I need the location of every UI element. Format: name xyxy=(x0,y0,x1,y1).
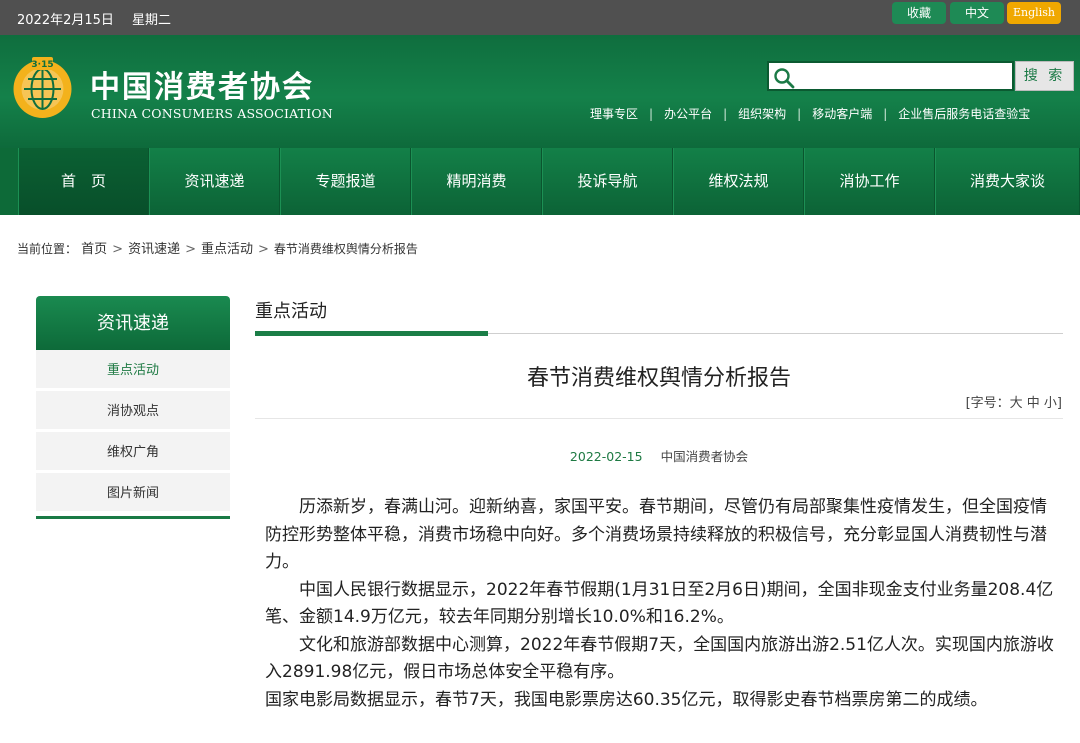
breadcrumb-separator: > xyxy=(112,242,124,257)
article-title: 春节消费维权舆情分析报告 xyxy=(526,366,791,391)
nav-item-complaint-guide[interactable]: 投诉导航 xyxy=(542,148,673,215)
sidebar-item-photo-news[interactable]: 图片新闻 xyxy=(36,473,230,514)
article-paragraph: 中国人民银行数据显示，2022年春节假期(1月31日至2月6日)期间，全国非现金… xyxy=(265,579,1054,628)
nav-item-consumer-talk[interactable]: 消费大家谈 xyxy=(935,148,1080,215)
link-separator: | xyxy=(797,107,802,121)
breadcrumb-label: 当前位置： xyxy=(17,242,78,256)
sidebar-item-association-views[interactable]: 消协观点 xyxy=(36,391,230,432)
breadcrumb-separator: > xyxy=(258,242,269,257)
section-divider-accent xyxy=(255,331,488,336)
link-separator: | xyxy=(723,107,728,121)
article-paragraph: 国家电影局数据显示，春节7天，我国电影票房达60.35亿元，取得影史春节档票房第… xyxy=(265,689,988,710)
site-header: 3·15 中国消费者协会 CHINA CONSUMERS ASSOCIATION… xyxy=(0,35,1080,148)
section-title: 重点活动 xyxy=(255,301,327,322)
link-separator: | xyxy=(883,107,888,121)
date-text: 2022年2月15日 xyxy=(17,13,114,28)
font-size-switcher[interactable]: [字号：大 中 小] xyxy=(966,392,1062,411)
breadcrumb-key-activities[interactable]: 重点活动 xyxy=(201,242,253,257)
breadcrumb: 当前位置： 首页 > 资讯速递 > 重点活动 > 春节消费维权舆情分析报告 xyxy=(17,238,418,257)
link-council-zone[interactable]: 理事专区 xyxy=(590,107,638,121)
sidebar: 资讯速递 重点活动 消协观点 维权广角 图片新闻 xyxy=(36,296,230,519)
main-nav: 首 页 资讯速递 专题报道 精明消费 投诉导航 维权法规 消协工作 消费大家谈 xyxy=(0,148,1080,215)
article-divider xyxy=(255,418,1063,419)
nav-item-special-reports[interactable]: 专题报道 xyxy=(280,148,411,215)
breadcrumb-home[interactable]: 首页 xyxy=(81,242,107,257)
link-mobile-client[interactable]: 移动客户端 xyxy=(812,107,872,121)
search-input[interactable] xyxy=(797,66,1007,86)
breadcrumb-news[interactable]: 资讯速递 xyxy=(128,242,180,257)
brand-name-cn[interactable]: 中国消费者协会 xyxy=(90,62,314,106)
link-office-platform[interactable]: 办公平台 xyxy=(664,107,712,121)
search-box[interactable] xyxy=(767,61,1014,91)
weekday-text: 星期二 xyxy=(132,13,172,28)
current-date: 2022年2月15日 星期二 xyxy=(17,9,185,28)
breadcrumb-separator: > xyxy=(185,242,196,257)
link-separator: | xyxy=(649,107,654,121)
svg-text:3·15: 3·15 xyxy=(31,60,53,70)
cca-logo-icon[interactable]: 3·15 xyxy=(10,55,75,120)
nav-item-home[interactable]: 首 页 xyxy=(18,148,149,215)
article-paragraph: 文化和旅游部数据中心测算，2022年春节假期7天，全国国内旅游出游2.51亿人次… xyxy=(265,634,1054,683)
link-organization[interactable]: 组织架构 xyxy=(738,107,786,121)
nav-item-smart-consumption[interactable]: 精明消费 xyxy=(411,148,542,215)
article-body: 历添新岁，春满山河。迎新纳喜，家国平安。春节期间，尽管仍有局部聚集性疫情发生，但… xyxy=(265,494,1055,714)
sidebar-item-key-activities[interactable]: 重点活动 xyxy=(36,350,230,391)
favorite-button[interactable]: 收藏 xyxy=(892,2,946,24)
sidebar-title: 资讯速递 xyxy=(36,296,230,350)
english-language-button[interactable]: English xyxy=(1007,2,1061,24)
sidebar-item-rights-panorama[interactable]: 维权广角 xyxy=(36,432,230,473)
brand-name-en: CHINA CONSUMERS ASSOCIATION xyxy=(91,106,333,121)
article-date: 2022-02-15 xyxy=(569,449,643,464)
search-button[interactable]: 搜 索 xyxy=(1015,61,1074,91)
nav-item-news[interactable]: 资讯速递 xyxy=(149,148,280,215)
article-paragraph: 历添新岁，春满山河。迎新纳喜，家国平安。春节期间，尽管仍有局部聚集性疫情发生，但… xyxy=(265,497,1047,572)
quick-links: 理事专区 | 办公平台 | 组织架构 | 移动客户端 | 企业售后服务电话查验宝 xyxy=(590,105,1030,122)
breadcrumb-current: 春节消费维权舆情分析报告 xyxy=(273,242,418,256)
article-meta: 2022-02-15 中国消费者协会 xyxy=(255,446,1063,465)
top-bar: 2022年2月15日 星期二 收藏 中文 English xyxy=(0,0,1080,35)
chinese-language-button[interactable]: 中文 xyxy=(950,2,1004,24)
search-icon xyxy=(774,68,795,89)
nav-item-rights-regulations[interactable]: 维权法规 xyxy=(673,148,804,215)
sidebar-divider xyxy=(36,516,230,519)
link-service-phone-check[interactable]: 企业售后服务电话查验宝 xyxy=(898,107,1030,121)
nav-item-association-work[interactable]: 消协工作 xyxy=(804,148,935,215)
article-source: 中国消费者协会 xyxy=(660,449,749,464)
